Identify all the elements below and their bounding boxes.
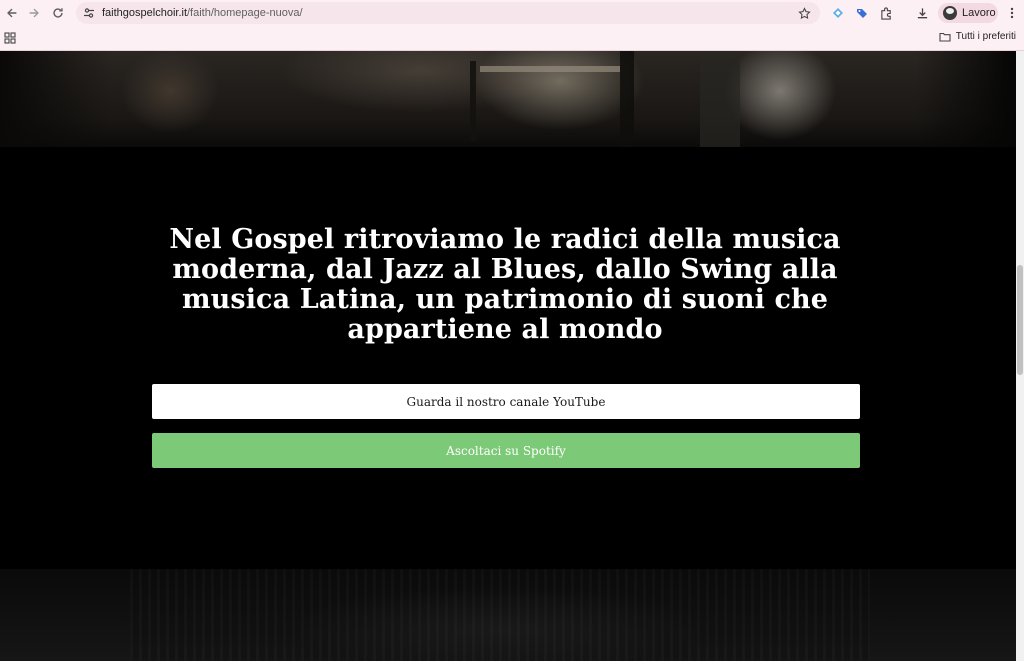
- page-content: Nel Gospel ritroviamo le radici della mu…: [0, 51, 1016, 661]
- browser-toolbar: faithgospelchoir.it/faith/homepage-nuova…: [0, 0, 1024, 26]
- kebab-menu-icon: [1010, 7, 1014, 19]
- extension-diamond-button[interactable]: [828, 3, 848, 23]
- profile-name: Lavoro: [962, 7, 996, 19]
- url-domain: faithgospelchoir.it: [102, 7, 187, 19]
- page-scrollbar[interactable]: [1016, 51, 1024, 661]
- url-path: /faith/homepage-nuova/: [187, 7, 303, 19]
- photo-detail: [916, 51, 1016, 147]
- photo-detail: [470, 61, 476, 141]
- photo-detail: [130, 569, 870, 661]
- avatar: [943, 6, 957, 20]
- star-icon: [797, 6, 811, 19]
- site-info-button[interactable]: [78, 2, 100, 24]
- grid-icon[interactable]: [4, 32, 16, 44]
- all-bookmarks-button[interactable]: Tutti i preferiti: [939, 31, 1016, 42]
- profile-button[interactable]: Lavoro: [938, 3, 998, 23]
- folder-icon: [939, 32, 951, 42]
- all-bookmarks-label: Tutti i preferiti: [955, 31, 1016, 42]
- scrollbar-thumb[interactable]: [1017, 265, 1023, 375]
- extension-diamond-icon: [833, 8, 843, 18]
- bookmarks-bar: Tutti i preferiti: [0, 26, 1024, 51]
- forward-button[interactable]: [22, 1, 46, 25]
- choir-photo-bottom: [0, 569, 1016, 661]
- reload-button[interactable]: [46, 1, 70, 25]
- reload-icon: [53, 8, 63, 18]
- extensions-button[interactable]: [876, 3, 896, 23]
- back-button[interactable]: [0, 1, 24, 25]
- download-icon: [917, 7, 927, 18]
- arrow-right-icon: [29, 8, 39, 18]
- bookmark-star-button[interactable]: [796, 5, 812, 21]
- photo-detail: [700, 56, 740, 147]
- download-button[interactable]: [912, 3, 932, 23]
- arrow-left-icon: [7, 8, 17, 18]
- choir-photo-top: [0, 51, 1016, 147]
- spotify-button[interactable]: Ascoltaci su Spotify: [152, 433, 860, 468]
- address-bar[interactable]: faithgospelchoir.it/faith/homepage-nuova…: [76, 2, 820, 24]
- photo-detail: [620, 51, 634, 147]
- photo-detail: [0, 51, 110, 147]
- extension-tag-icon: [857, 9, 867, 18]
- browser-menu-button[interactable]: [1002, 3, 1022, 23]
- tune-icon: [84, 8, 94, 18]
- hero-headline: Nel Gospel ritroviamo le radici della mu…: [169, 224, 841, 345]
- puzzle-icon: [880, 6, 891, 20]
- youtube-channel-button[interactable]: Guarda il nostro canale YouTube: [152, 384, 860, 419]
- url-text[interactable]: faithgospelchoir.it/faith/homepage-nuova…: [102, 7, 303, 19]
- extension-tag-button[interactable]: [852, 3, 872, 23]
- photo-detail: [480, 66, 620, 72]
